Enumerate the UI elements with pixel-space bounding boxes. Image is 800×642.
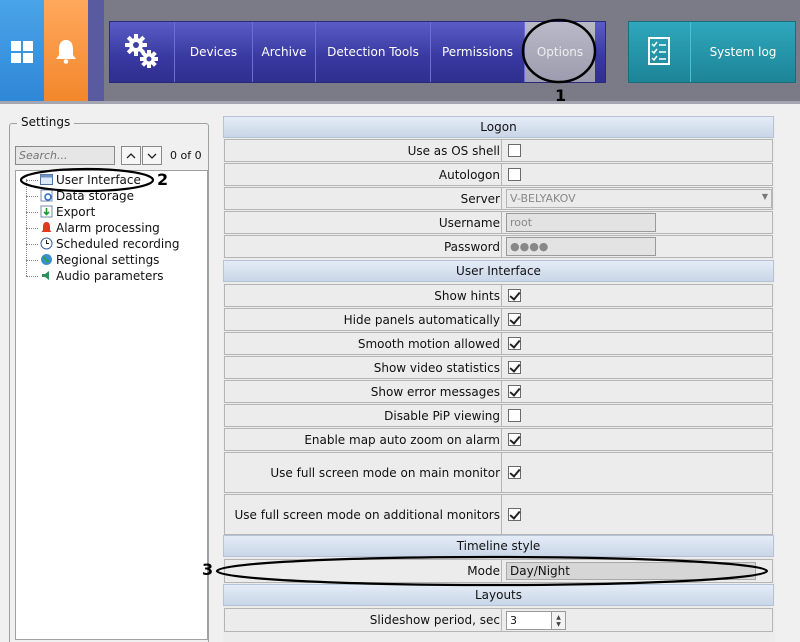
settings-title: Settings: [17, 115, 75, 129]
stepper-down-icon: ▼: [556, 620, 561, 628]
row-show-hints: Show hints: [224, 284, 773, 307]
row-use-as-os-shell: Use as OS shell: [224, 139, 773, 162]
slideshow-period-stepper[interactable]: 3 ▲ ▼: [506, 611, 566, 630]
windows-button[interactable]: [0, 0, 44, 104]
show-error-messages-checkbox[interactable]: [508, 385, 521, 398]
username-field[interactable]: root: [506, 213, 656, 232]
row-smooth-motion: Smooth motion allowed: [224, 332, 773, 355]
slideshow-period-value: 3: [510, 614, 517, 627]
callout-number-2: 2: [157, 170, 169, 189]
row-label: Autologon: [438, 167, 500, 182]
tree-item-scheduled-recording[interactable]: Scheduled recording: [40, 236, 180, 252]
callout-ellipse-user-interface: [19, 167, 155, 193]
row-label: Use full screen mode on main monitor: [270, 465, 500, 480]
row-label: Slideshow period, sec: [369, 613, 500, 627]
show-video-statistics-checkbox[interactable]: [508, 361, 521, 374]
smooth-motion-checkbox[interactable]: [508, 337, 521, 350]
full-screen-main-checkbox[interactable]: [508, 466, 521, 479]
callout-number-1: 1: [555, 86, 567, 105]
alarm-icon: [41, 222, 52, 232]
hide-panels-checkbox[interactable]: [508, 313, 521, 326]
clock-icon: [40, 237, 53, 250]
tree-item-export[interactable]: Export: [40, 204, 96, 220]
full-screen-additional-checkbox[interactable]: [508, 508, 521, 521]
search-next-button[interactable]: [142, 146, 162, 165]
row-show-error-messages: Show error messages: [224, 380, 773, 403]
search-counter: 0 of 0: [170, 149, 202, 162]
row-username: Username root: [224, 211, 773, 234]
row-show-video-statistics: Show video statistics: [224, 356, 773, 379]
bell-icon: [56, 40, 76, 64]
row-label: Use as OS shell: [407, 143, 500, 158]
stepper-buttons[interactable]: ▲ ▼: [551, 612, 565, 629]
speaker-icon: [42, 271, 49, 280]
row-label: Smooth motion allowed: [357, 336, 500, 351]
row-label: Hide panels automatically: [343, 312, 500, 327]
tree-item-alarm-processing[interactable]: Alarm processing: [41, 220, 160, 236]
row-label: Show hints: [434, 288, 500, 303]
globe-icon: [41, 254, 52, 265]
windows-icon: [11, 41, 33, 63]
panel-strip: [88, 0, 104, 104]
row-autologon: Autologon: [224, 163, 773, 186]
row-label: Show video statistics: [373, 360, 500, 375]
disable-pip-checkbox[interactable]: [508, 409, 521, 422]
row-server: Server V-BELYAKOV ▼: [224, 187, 773, 210]
nav-archive[interactable]: Archive: [252, 22, 315, 82]
row-label: Enable map auto zoom on alarm: [304, 432, 500, 447]
use-as-os-shell-checkbox[interactable]: [508, 144, 521, 157]
nav-permissions[interactable]: Permissions: [430, 22, 524, 82]
row-full-screen-main: Use full screen mode on main monitor: [224, 452, 773, 493]
tree-item-label: Alarm processing: [56, 221, 160, 235]
chevron-up-icon: [126, 152, 136, 158]
show-hints-checkbox[interactable]: [508, 289, 521, 302]
tree-item-regional-settings[interactable]: Regional settings: [41, 252, 160, 268]
search-input[interactable]: [15, 146, 115, 165]
tree-item-label: Export: [56, 205, 96, 219]
row-full-screen-additional: Use full screen mode on additional monit…: [224, 494, 773, 535]
callout-ellipse-options: [521, 18, 597, 84]
alarm-button[interactable]: [44, 0, 88, 104]
row-disable-pip: Disable PiP viewing: [224, 404, 773, 427]
callout-ellipse-mode: [215, 555, 769, 587]
stepper-up-icon: ▲: [556, 613, 561, 621]
tree-item-label: Scheduled recording: [56, 237, 180, 251]
tree-item-audio-parameters[interactable]: Audio parameters: [42, 268, 164, 284]
map-auto-zoom-checkbox[interactable]: [508, 433, 521, 446]
tree-item-label: Audio parameters: [56, 269, 164, 283]
server-value: V-BELYAKOV: [510, 192, 576, 205]
row-label: Server: [460, 191, 500, 206]
chevron-down-icon: [147, 153, 157, 159]
tree-item-label: Regional settings: [56, 253, 160, 267]
row-hide-panels: Hide panels automatically: [224, 308, 773, 331]
checklist-icon: [648, 37, 670, 65]
row-label: Show error messages: [370, 384, 500, 399]
section-header-user-interface: User Interface: [223, 260, 774, 282]
row-label: Username: [438, 215, 500, 230]
nav-detection-tools[interactable]: Detection Tools: [315, 22, 430, 82]
export-icon: [40, 205, 53, 218]
autologon-checkbox[interactable]: [508, 168, 521, 181]
password-field[interactable]: ●●●●: [506, 237, 656, 256]
row-label: Use full screen mode on additional monit…: [234, 507, 500, 522]
search-previous-button[interactable]: [121, 146, 141, 165]
row-password: Password ●●●●: [224, 235, 773, 258]
row-map-auto-zoom: Enable map auto zoom on alarm: [224, 428, 773, 451]
top-toolbar: Devices Archive Detection Tools Permissi…: [0, 0, 800, 105]
row-slideshow-period: Slideshow period, sec 3 ▲ ▼: [224, 608, 773, 632]
system-log-button[interactable]: System log: [628, 21, 796, 83]
callout-number-3: 3: [202, 560, 214, 579]
settings-tree: User Interface Data storage Export Alarm…: [15, 170, 208, 640]
right-margin: [777, 104, 800, 642]
row-label: Password: [443, 239, 500, 254]
gears-icon: [125, 34, 158, 68]
server-select[interactable]: V-BELYAKOV ▼: [506, 189, 772, 208]
settings-button[interactable]: [110, 22, 174, 82]
nav-devices[interactable]: Devices: [174, 22, 252, 82]
dropdown-arrow-icon: ▼: [761, 192, 768, 201]
system-log-label: System log: [709, 45, 777, 59]
section-header-logon: Logon: [223, 116, 774, 138]
row-label: Disable PiP viewing: [384, 408, 500, 423]
